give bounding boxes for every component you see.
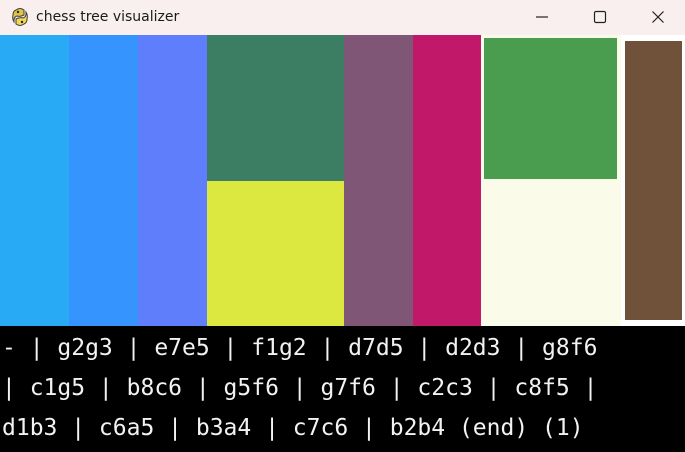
close-button[interactable] (629, 0, 685, 35)
maximize-button[interactable] (571, 0, 629, 35)
move-sequence-line-2: | c1g5 | b8c6 | g5f6 | g7f6 | c2c3 | c8f… (2, 375, 598, 401)
minimize-button[interactable] (513, 0, 571, 35)
tree-node-8[interactable] (625, 41, 682, 320)
tree-node-6[interactable] (413, 35, 481, 326)
title-bar[interactable]: chess tree visualizer (0, 0, 685, 35)
close-icon (652, 11, 664, 23)
tree-node-7-top[interactable] (484, 38, 617, 179)
tree-node-4-top[interactable] (207, 35, 344, 181)
tree-node-3[interactable] (138, 35, 207, 326)
minimize-icon (536, 16, 548, 18)
move-sequence-panel: - | g2g3 | e7e5 | f1g2 | d7d5 | d2d3 | g… (0, 326, 685, 452)
tree-node-1[interactable] (0, 35, 69, 326)
move-sequence-line-1: - | g2g3 | e7e5 | f1g2 | d7d5 | d2d3 | g… (2, 335, 598, 361)
window-title: chess tree visualizer (36, 9, 180, 25)
python-snake-icon (10, 7, 30, 27)
move-sequence-line-3: d1b3 | c6a5 | b3a4 | c7c6 | b2b4 (end) (… (2, 415, 584, 441)
maximize-icon (593, 10, 607, 24)
app-window: chess tree visualizer - | g2g3 | e7e5 | … (0, 0, 685, 452)
tree-node-5[interactable] (344, 35, 413, 326)
tree-node-4-bottom[interactable] (207, 181, 344, 326)
tree-canvas[interactable] (0, 35, 685, 326)
tree-node-2[interactable] (69, 35, 138, 326)
